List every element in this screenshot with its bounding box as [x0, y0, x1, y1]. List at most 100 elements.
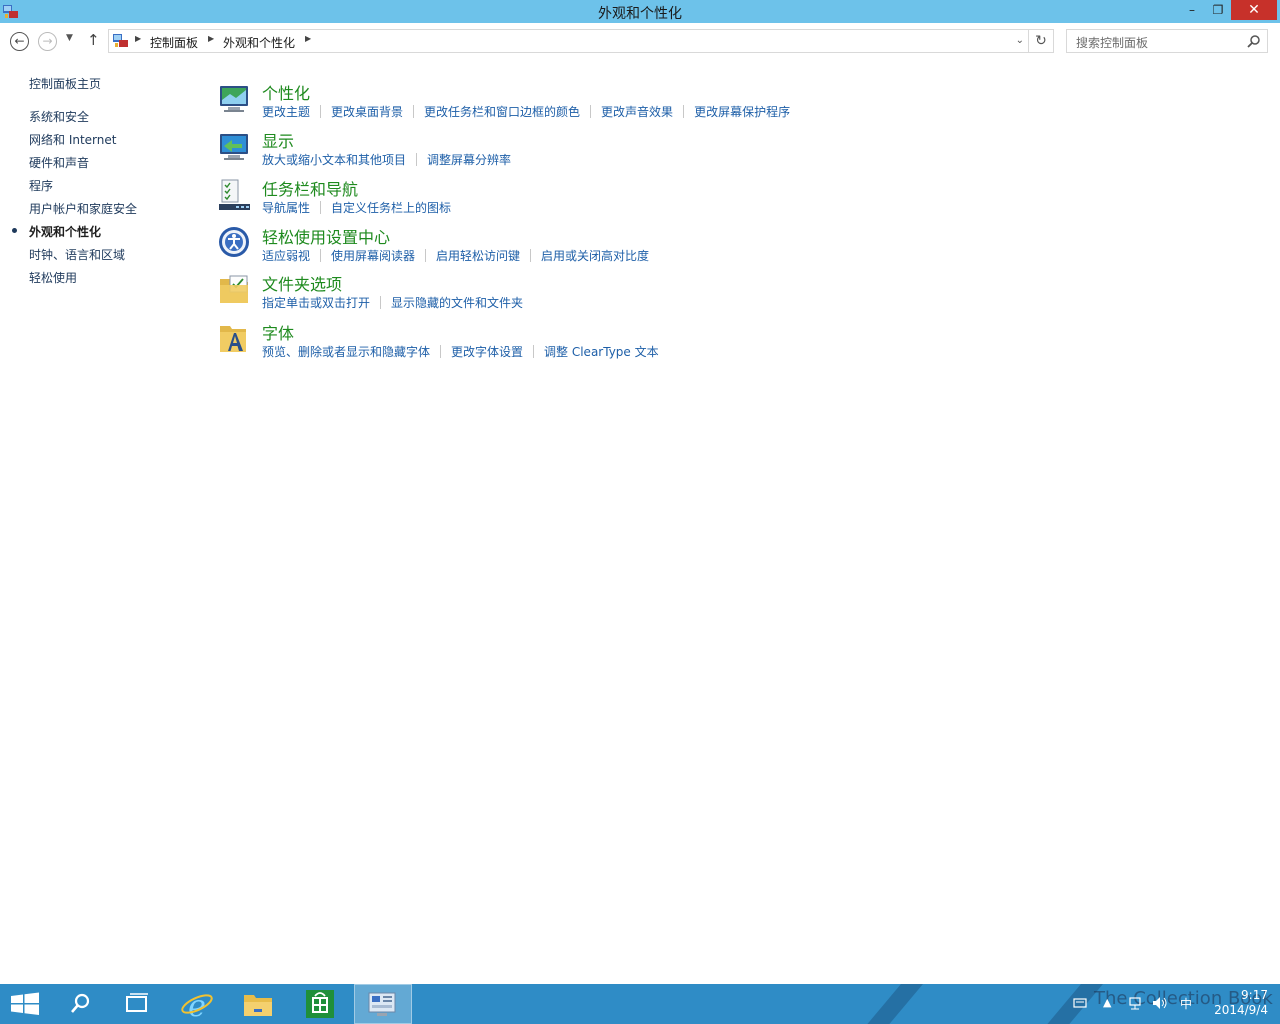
link-high-contrast[interactable]: 启用或关闭高对比度	[541, 249, 649, 263]
file-explorer-icon	[244, 995, 272, 1016]
navigation-bar: ← → ▼ ↑ ▶ 控制面板 ▶ 外观和个性化 ▶ ⌄ ↻ 搜索控制面板	[0, 23, 1280, 59]
clock-time: 9:17	[1241, 988, 1268, 1002]
link-access-keys[interactable]: 启用轻松访问键	[436, 249, 520, 263]
recent-locations-dropdown[interactable]: ▼	[66, 33, 73, 43]
link-navigation-properties[interactable]: 导航属性	[262, 201, 310, 215]
breadcrumb-control-panel[interactable]: 控制面板	[150, 34, 198, 51]
clock-date: 2014/9/4	[1214, 1003, 1268, 1017]
address-bar[interactable]: ▶ 控制面板 ▶ 外观和个性化 ▶ ⌄	[108, 29, 1029, 53]
link-zoom-text[interactable]: 放大或缩小文本和其他项目	[262, 153, 406, 167]
link-divider	[320, 105, 322, 118]
back-arrow-icon: ←	[14, 34, 25, 48]
forward-arrow-icon: →	[42, 34, 53, 48]
control-panel-icon	[113, 34, 128, 47]
link-show-hidden-files[interactable]: 显示隐藏的文件和文件夹	[391, 296, 523, 310]
link-change-desktop-background[interactable]: 更改桌面背景	[331, 105, 403, 119]
sidebar-item-ease-of-access[interactable]: 轻松使用	[29, 269, 77, 286]
category-title[interactable]: 字体	[262, 320, 294, 344]
link-cleartype[interactable]: 调整 ClearType 文本	[544, 345, 659, 359]
category-title[interactable]: 显示	[262, 128, 294, 152]
link-change-window-color[interactable]: 更改任务栏和窗口边框的颜色	[424, 105, 580, 119]
search-icon[interactable]	[1247, 34, 1261, 48]
sidebar-item-network-internet[interactable]: 网络和 Internet	[29, 131, 116, 148]
volume-icon[interactable]	[1152, 996, 1168, 1010]
internet-explorer-icon: e	[181, 989, 213, 1024]
start-icon	[11, 992, 39, 1015]
search-button[interactable]	[51, 984, 109, 1024]
link-adjust-resolution[interactable]: 调整屏幕分辨率	[427, 153, 511, 167]
link-divider	[320, 201, 322, 214]
current-item-bullet-icon	[12, 228, 17, 233]
link-divider	[530, 249, 532, 262]
category-title[interactable]: 轻松使用设置中心	[262, 224, 390, 248]
link-change-sound-effects[interactable]: 更改声音效果	[601, 105, 673, 119]
address-history-dropdown[interactable]: ⌄	[1016, 35, 1024, 46]
control-panel-taskbar-button[interactable]	[354, 984, 412, 1024]
link-font-settings[interactable]: 更改字体设置	[451, 345, 523, 359]
task-view-button[interactable]	[108, 984, 166, 1024]
refresh-icon: ↻	[1035, 33, 1047, 49]
link-change-screensaver[interactable]: 更改屏幕保护程序	[694, 105, 790, 119]
category-display: 显示 放大或缩小文本和其他项目 调整屏幕分辨率	[218, 128, 918, 172]
start-button[interactable]	[0, 984, 58, 1024]
taskbar: e The Collection Book ▲ 中 9:17 2014/9/4	[0, 984, 1280, 1024]
up-button[interactable]: ↑	[87, 31, 100, 49]
breadcrumb-appearance[interactable]: 外观和个性化	[223, 34, 295, 51]
link-single-double-click[interactable]: 指定单击或双击打开	[262, 296, 370, 310]
sidebar-item-clock-language[interactable]: 时钟、语言和区域	[29, 246, 125, 263]
search-input[interactable]: 搜索控制面板	[1076, 34, 1148, 51]
category-personalization: 个性化 更改主题 更改桌面背景 更改任务栏和窗口边框的颜色 更改声音效果 更改屏幕保护程…	[218, 80, 918, 124]
link-divider	[440, 345, 442, 358]
taskbar-decoration	[850, 984, 932, 1024]
maximize-button[interactable]: ❐	[1205, 0, 1231, 20]
sidebar-item-programs[interactable]: 程序	[29, 177, 53, 194]
internet-explorer-button[interactable]: e	[168, 984, 226, 1024]
sidebar-item-control-panel-home[interactable]: 控制面板主页	[29, 75, 101, 92]
task-view-icon	[126, 993, 148, 1012]
link-divider	[425, 249, 427, 262]
category-fonts: 字体 预览、删除或者显示和隐藏字体 更改字体设置 调整 ClearType 文本	[218, 320, 918, 364]
file-explorer-button[interactable]	[229, 984, 287, 1024]
link-change-theme[interactable]: 更改主题	[262, 105, 310, 119]
display-icon[interactable]	[218, 130, 251, 163]
category-title[interactable]: 个性化	[262, 80, 310, 104]
link-customize-taskbar-icons[interactable]: 自定义任务栏上的图标	[331, 201, 451, 215]
category-title[interactable]: 任务栏和导航	[262, 176, 358, 200]
back-button[interactable]: ←	[10, 32, 29, 51]
folder-options-icon[interactable]	[218, 273, 251, 306]
category-taskbar-navigation: 任务栏和导航 导航属性 自定义任务栏上的图标	[218, 176, 918, 220]
action-center-icon[interactable]	[1073, 997, 1087, 1009]
link-divider	[590, 105, 592, 118]
show-hidden-icons-icon[interactable]: ▲	[1103, 996, 1111, 1009]
breadcrumb-separator-icon[interactable]: ▶	[135, 34, 141, 43]
link-divider	[533, 345, 535, 358]
breadcrumb-separator-icon[interactable]: ▶	[305, 34, 311, 43]
control-panel-icon	[368, 992, 396, 1016]
link-divider	[380, 296, 382, 309]
minimize-button[interactable]: –	[1179, 0, 1205, 20]
network-icon[interactable]	[1128, 996, 1142, 1010]
system-clock[interactable]: 9:17 2014/9/4	[1196, 988, 1268, 1018]
category-ease-of-access: 轻松使用设置中心 适应弱视 使用屏幕阅读器 启用轻松访问键 启用或关闭高对比度	[218, 224, 918, 268]
link-divider	[320, 249, 322, 262]
sidebar-item-hardware-sound[interactable]: 硬件和声音	[29, 154, 89, 171]
sidebar-item-user-accounts[interactable]: 用户帐户和家庭安全	[29, 200, 137, 217]
link-preview-fonts[interactable]: 预览、删除或者显示和隐藏字体	[262, 345, 430, 359]
link-divider	[416, 153, 418, 166]
close-button[interactable]: ✕	[1231, 0, 1277, 20]
category-title[interactable]: 文件夹选项	[262, 271, 342, 295]
store-button[interactable]	[291, 984, 349, 1024]
link-screen-reader[interactable]: 使用屏幕阅读器	[331, 249, 415, 263]
taskbar-icon[interactable]	[218, 178, 251, 211]
search-icon	[71, 993, 90, 1013]
input-method-indicator[interactable]: 中	[1180, 995, 1192, 1012]
forward-button[interactable]: →	[38, 32, 57, 51]
personalization-icon[interactable]	[218, 82, 251, 115]
link-low-vision[interactable]: 适应弱视	[262, 249, 310, 263]
ease-of-access-icon[interactable]	[218, 226, 251, 259]
search-box[interactable]: 搜索控制面板	[1066, 29, 1268, 53]
breadcrumb-separator-icon[interactable]: ▶	[208, 34, 214, 43]
sidebar-item-system-security[interactable]: 系统和安全	[29, 108, 89, 125]
fonts-icon[interactable]	[218, 322, 251, 355]
refresh-button[interactable]: ↻	[1029, 29, 1054, 53]
